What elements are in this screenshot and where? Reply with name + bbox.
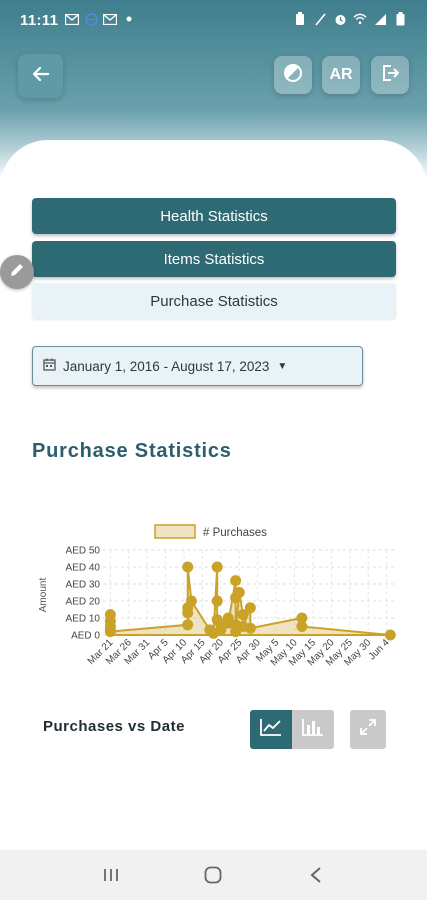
dot-icon	[122, 12, 136, 26]
line-chart-icon	[259, 717, 283, 742]
data-point	[296, 621, 308, 632]
gmail-icon	[103, 12, 117, 26]
gmail-icon	[65, 12, 79, 26]
recent-apps-icon[interactable]	[91, 855, 131, 895]
data-point	[384, 629, 396, 641]
edit-button[interactable]	[0, 255, 34, 289]
y-tick-label: AED 20	[66, 597, 101, 608]
data-point	[211, 561, 223, 573]
battery-saver-icon	[293, 12, 307, 26]
x-tick-label: Jun 4	[367, 637, 392, 662]
data-point	[185, 595, 197, 607]
arrow-left-icon	[32, 66, 49, 86]
legend-swatch	[154, 524, 196, 539]
data-point	[182, 619, 194, 631]
back-icon[interactable]	[296, 855, 336, 895]
expand-icon	[359, 718, 377, 741]
home-icon[interactable]	[193, 855, 233, 895]
expand-chart-button[interactable]	[350, 710, 386, 749]
logout-icon	[380, 63, 400, 88]
back-button[interactable]	[18, 54, 63, 98]
vpn-icon	[84, 12, 98, 26]
caret-down-icon: ▼	[277, 360, 288, 372]
y-tick-label: AED 40	[66, 563, 101, 574]
date-range-value: January 1, 2016 - August 17, 2023	[63, 358, 270, 374]
data-point	[182, 561, 194, 573]
theme-toggle-button[interactable]	[274, 56, 312, 94]
alarm-icon	[333, 12, 347, 26]
health-statistics-button[interactable]: Health Statistics	[32, 198, 396, 234]
data-point	[244, 602, 256, 614]
system-nav-bar	[0, 850, 427, 900]
data-point	[244, 622, 256, 634]
signal-icon	[373, 12, 387, 26]
pencil-icon	[8, 261, 26, 284]
status-time: 11:11	[20, 12, 59, 29]
line-chart-button[interactable]	[250, 710, 292, 749]
language-button[interactable]: AR	[322, 56, 360, 94]
section-title: Purchase Statistics	[32, 440, 232, 462]
items-statistics-button[interactable]: Items Statistics	[32, 241, 396, 277]
status-bar: 11:11	[0, 0, 427, 40]
legend-label: # Purchases	[203, 527, 267, 539]
bar-chart-button[interactable]	[292, 710, 334, 749]
y-tick-label: AED 30	[66, 580, 101, 591]
y-axis-label: Amount	[38, 578, 49, 613]
purchase-chart: # Purchases Amount AED 0 AED 10 AED 20 AED …	[30, 515, 410, 690]
purchase-statistics-button[interactable]: Purchase Statistics	[32, 283, 396, 319]
contrast-icon	[283, 63, 303, 88]
data-point	[211, 595, 223, 607]
date-range-picker[interactable]: January 1, 2016 - August 17, 2023 ▼	[32, 346, 363, 386]
y-tick-label: AED 10	[66, 614, 101, 625]
chart-caption: Purchases vs Date	[43, 718, 185, 735]
wifi-icon	[353, 12, 367, 26]
data-point	[230, 575, 242, 587]
calendar-icon	[43, 358, 56, 374]
logout-button[interactable]	[371, 56, 409, 94]
data-point	[233, 587, 245, 598]
y-tick-label: AED 50	[66, 546, 101, 557]
y-tick-label: AED 0	[71, 631, 100, 642]
bar-chart-icon	[301, 717, 325, 742]
battery-icon	[393, 12, 407, 26]
data-point	[104, 626, 116, 638]
signal-off-icon	[313, 12, 327, 26]
